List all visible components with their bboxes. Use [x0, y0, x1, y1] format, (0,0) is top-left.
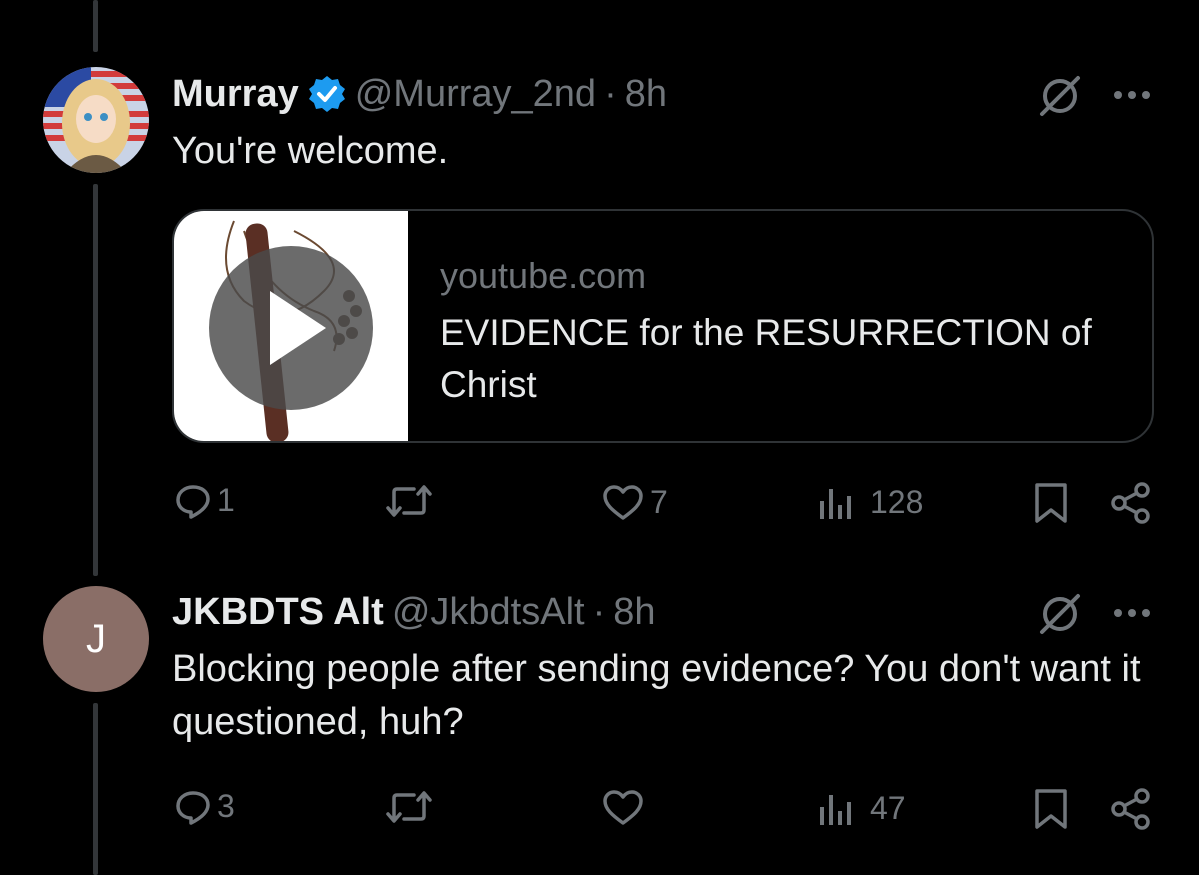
bookmark-icon [1035, 483, 1067, 523]
grok-icon[interactable] [1036, 74, 1084, 123]
thread-line-top [93, 0, 98, 52]
views-button[interactable]: 47 [818, 790, 906, 827]
timestamp[interactable]: 8h [613, 591, 655, 634]
card-title[interactable]: EVIDENCE for the RESURRECTION of Christ [440, 307, 1130, 411]
share-button[interactable] [1110, 788, 1152, 835]
separator-dot: · [604, 72, 617, 115]
handle[interactable]: @Murray_2nd [355, 73, 596, 116]
bookmark-icon [1035, 789, 1067, 829]
reply-count: 1 [217, 482, 235, 518]
avatar-letter: J [86, 616, 106, 661]
share-icon [1111, 482, 1150, 524]
verified-icon [307, 74, 347, 114]
avatar-image [43, 67, 149, 173]
more-icon[interactable] [1112, 88, 1152, 106]
timestamp[interactable]: 8h [625, 73, 667, 116]
card-domain[interactable]: youtube.com [440, 255, 646, 297]
avatar[interactable] [43, 67, 149, 173]
views-count: 47 [870, 790, 906, 826]
repost-button[interactable] [386, 484, 438, 518]
reply-icon [176, 790, 210, 825]
separator-dot: · [592, 590, 606, 633]
views-button[interactable]: 128 [818, 484, 923, 521]
tweet-text: You're welcome. [172, 130, 449, 172]
reply-button[interactable]: 1 [175, 482, 235, 519]
bookmark-icon[interactable] [1032, 0, 1068, 5]
views-icon [820, 794, 851, 825]
reply-count: 3 [217, 788, 235, 824]
thread-line-bottom [93, 703, 98, 875]
display-name[interactable]: JKBDTS Alt [172, 591, 384, 634]
like-button[interactable] [602, 790, 650, 826]
views-icon[interactable] [820, 0, 852, 5]
tweet-text: Blocking people after sending evidence? … [172, 648, 1141, 743]
views-icon [820, 488, 851, 519]
link-card[interactable]: youtube.com EVIDENCE for the RESURRECTIO… [172, 209, 1154, 443]
reply-button[interactable]: 3 [175, 788, 235, 825]
bookmark-button[interactable] [1033, 482, 1069, 529]
tweet-header: Murray @Murray_2nd · 8h [172, 70, 667, 118]
reply-icon [176, 484, 210, 519]
views-count: 128 [870, 484, 924, 520]
more-icon[interactable] [1112, 606, 1152, 624]
like-icon [603, 484, 643, 520]
share-button[interactable] [1110, 482, 1152, 529]
like-button[interactable]: 7 [602, 484, 668, 521]
tweet-header: JKBDTS Alt @JkbdtsAlt · 8h [172, 588, 656, 636]
like-count: 7 [650, 484, 668, 520]
repost-icon [386, 791, 432, 823]
display-name[interactable]: Murray [172, 73, 299, 116]
thread-line-middle [93, 184, 98, 576]
repost-button[interactable] [386, 790, 438, 824]
previous-tweet-actions [0, 0, 1199, 6]
card-thumbnail[interactable] [174, 211, 408, 441]
grok-icon[interactable] [1036, 592, 1084, 641]
bookmark-button[interactable] [1033, 788, 1069, 835]
handle[interactable]: @JkbdtsAlt [392, 591, 585, 634]
share-icon [1111, 788, 1150, 830]
avatar[interactable]: J [43, 586, 149, 692]
like-icon [603, 790, 643, 825]
repost-icon [386, 485, 432, 517]
share-icon[interactable] [1118, 0, 1154, 5]
